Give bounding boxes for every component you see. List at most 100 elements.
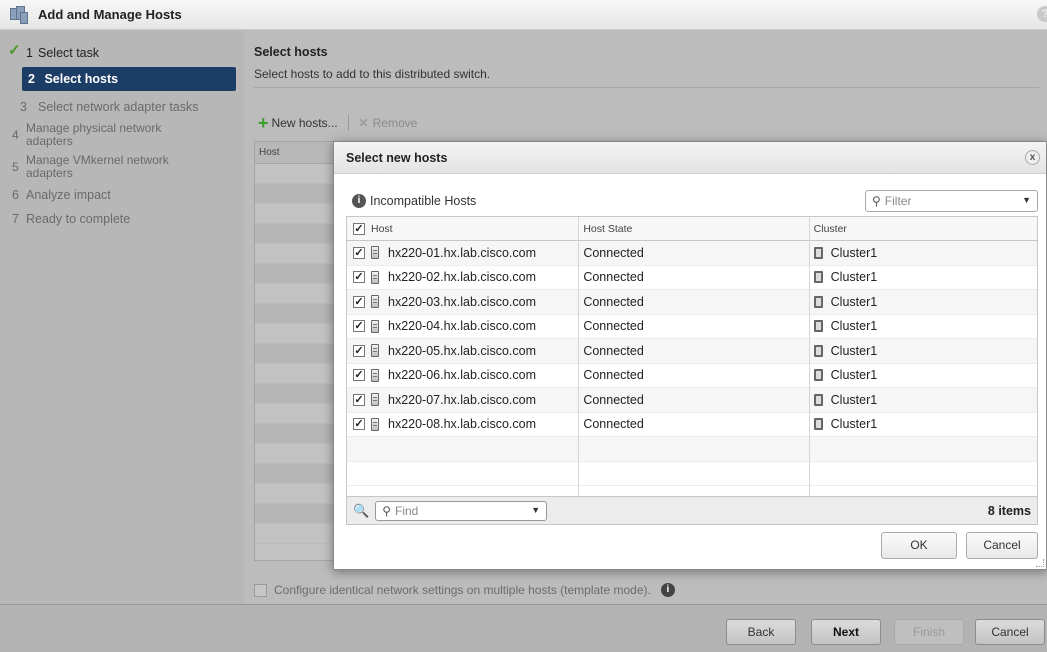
row-checkbox[interactable]: ✓ [353, 271, 365, 284]
column-header-cluster[interactable]: Cluster [808, 217, 1037, 240]
column-divider [809, 217, 810, 496]
next-button[interactable]: Next [811, 619, 881, 645]
template-mode-label: Configure identical network settings on … [274, 583, 651, 597]
host-name: hx220-03.hx.lab.cisco.com [388, 294, 536, 309]
host-icon [371, 344, 379, 358]
info-icon[interactable]: i [660, 583, 675, 597]
row-checkbox[interactable]: ✓ [353, 393, 365, 406]
host-icon [371, 246, 379, 260]
template-mode-checkbox[interactable] [254, 583, 267, 597]
item-count: 8 items [987, 503, 1031, 518]
close-icon[interactable]: x [1025, 150, 1040, 165]
cluster-name: Cluster1 [830, 417, 878, 432]
host-icon [371, 393, 379, 407]
row-checkbox[interactable]: ✓ [353, 295, 365, 308]
page-subtitle: Select hosts to add to this distributed … [254, 67, 491, 81]
host-state: Connected [583, 368, 644, 383]
cluster-icon [813, 418, 823, 431]
step-select-task[interactable]: ✓ 1 Select task [0, 41, 244, 65]
dialog-cancel-button[interactable]: Cancel [966, 532, 1038, 559]
host-name: hx220-06.hx.lab.cisco.com [388, 368, 536, 383]
toolbar-divider [347, 115, 349, 131]
row-checkbox[interactable]: ✓ [353, 344, 365, 357]
host-icon [371, 417, 379, 431]
completed-check-icon: ✓ [8, 42, 21, 59]
window-title: Add and Manage Hosts [38, 7, 182, 22]
cancel-button[interactable]: Cancel [975, 619, 1045, 645]
host-icon [371, 270, 379, 284]
table-row[interactable]: ✓ hx220-01.hx.lab.cisco.com Connected Clu… [347, 241, 1037, 266]
select-all-checkbox[interactable]: ✓ [353, 222, 365, 235]
table-row[interactable]: ✓ hx220-05.hx.lab.cisco.com Connected Clu… [347, 339, 1037, 364]
row-checkbox[interactable]: ✓ [353, 320, 365, 333]
search-icon: ⚲ [382, 503, 391, 518]
host-name: hx220-02.hx.lab.cisco.com [388, 270, 536, 285]
row-checkbox[interactable]: ✓ [353, 418, 365, 431]
chevron-down-icon[interactable]: ▼ [1022, 195, 1031, 205]
binoculars-icon[interactable]: 🔍 [353, 503, 369, 519]
table-row[interactable]: ✓ hx220-06.hx.lab.cisco.com Connected Clu… [347, 364, 1037, 388]
add-icon: + [258, 113, 269, 133]
wizard-footer: Back Next Finish Cancel [0, 604, 1047, 652]
hosts-table: ✓ Host Host State Cluster ✓ hx220-01.hx.l… [346, 216, 1038, 497]
row-checkbox[interactable]: ✓ [353, 369, 365, 382]
window-titlebar: Add and Manage Hosts ? [0, 0, 1047, 30]
help-icon[interactable]: ? [1037, 6, 1047, 22]
cluster-icon [813, 246, 823, 259]
step-label: Select task [38, 46, 100, 60]
step-label: Manage physical network adapters [26, 121, 162, 148]
wizard-icon [10, 5, 28, 24]
column-header-host-state[interactable]: Host State [577, 217, 807, 240]
remove-icon: ✕ [358, 116, 369, 130]
cluster-name: Cluster1 [830, 294, 878, 309]
back-button[interactable]: Back [726, 619, 796, 645]
step-label: Select network adapter tasks [38, 100, 199, 114]
template-mode-option: Configure identical network settings on … [254, 583, 675, 597]
table-row[interactable]: ✓ hx220-07.hx.lab.cisco.com Connected Clu… [347, 388, 1037, 413]
remove-button[interactable]: ✕ Remove [359, 116, 418, 130]
table-header: ✓ Host Host State Cluster [347, 217, 1037, 241]
host-state: Connected [583, 417, 644, 432]
find-input[interactable]: ⚲ Find ▼ [375, 500, 548, 521]
resize-handle-icon[interactable] [1036, 559, 1044, 567]
incompatible-hosts-link[interactable]: i Incompatible Hosts [352, 194, 476, 208]
cluster-name: Cluster1 [830, 319, 878, 334]
step-label: Analyze impact [26, 188, 111, 202]
host-state: Connected [583, 294, 644, 309]
finish-button: Finish [894, 619, 964, 645]
host-state: Connected [583, 392, 644, 407]
dialog-header: Select new hosts x [334, 142, 1046, 174]
step-label: Select hosts [44, 72, 119, 86]
table-row[interactable]: ✓ hx220-08.hx.lab.cisco.com Connected Clu… [347, 413, 1037, 437]
host-icon [371, 295, 379, 309]
row-checkbox[interactable]: ✓ [353, 246, 365, 259]
host-name: hx220-01.hx.lab.cisco.com [388, 245, 536, 260]
host-icon [371, 368, 379, 382]
page-title: Select hosts [254, 45, 328, 59]
cluster-icon [813, 369, 823, 382]
ok-button[interactable]: OK [881, 532, 957, 559]
table-row[interactable]: ✓ hx220-02.hx.lab.cisco.com Connected Clu… [347, 266, 1037, 290]
cluster-name: Cluster1 [830, 368, 878, 383]
header-divider [254, 87, 1039, 88]
chevron-down-icon[interactable]: ▼ [531, 505, 540, 515]
cluster-name: Cluster1 [830, 343, 878, 358]
host-state: Connected [583, 270, 644, 285]
host-state: Connected [583, 245, 644, 260]
column-header-host[interactable]: ✓ Host [347, 217, 577, 240]
host-name: hx220-04.hx.lab.cisco.com [388, 319, 536, 334]
hosts-toolbar: + New hosts... ✕ Remove [258, 113, 418, 133]
step-select-hosts[interactable]: 2 Select hosts [22, 67, 236, 91]
host-state: Connected [583, 343, 644, 358]
step-analyze-impact: 6 Analyze impact [12, 188, 111, 202]
table-row[interactable]: ✓ hx220-04.hx.lab.cisco.com Connected Clu… [347, 315, 1037, 339]
cluster-icon [813, 320, 823, 333]
column-divider [578, 217, 579, 496]
step-label: Manage VMkernel network adapters [26, 153, 169, 180]
host-name: hx220-05.hx.lab.cisco.com [388, 343, 536, 358]
table-row[interactable]: ✓ hx220-03.hx.lab.cisco.com Connected Clu… [347, 290, 1037, 315]
cluster-name: Cluster1 [830, 270, 878, 285]
step-select-network-adapter-tasks: 3 Select network adapter tasks [20, 100, 199, 114]
new-hosts-button[interactable]: New hosts... [272, 116, 338, 130]
filter-input[interactable]: ⚲ Filter ▼ [865, 190, 1038, 212]
